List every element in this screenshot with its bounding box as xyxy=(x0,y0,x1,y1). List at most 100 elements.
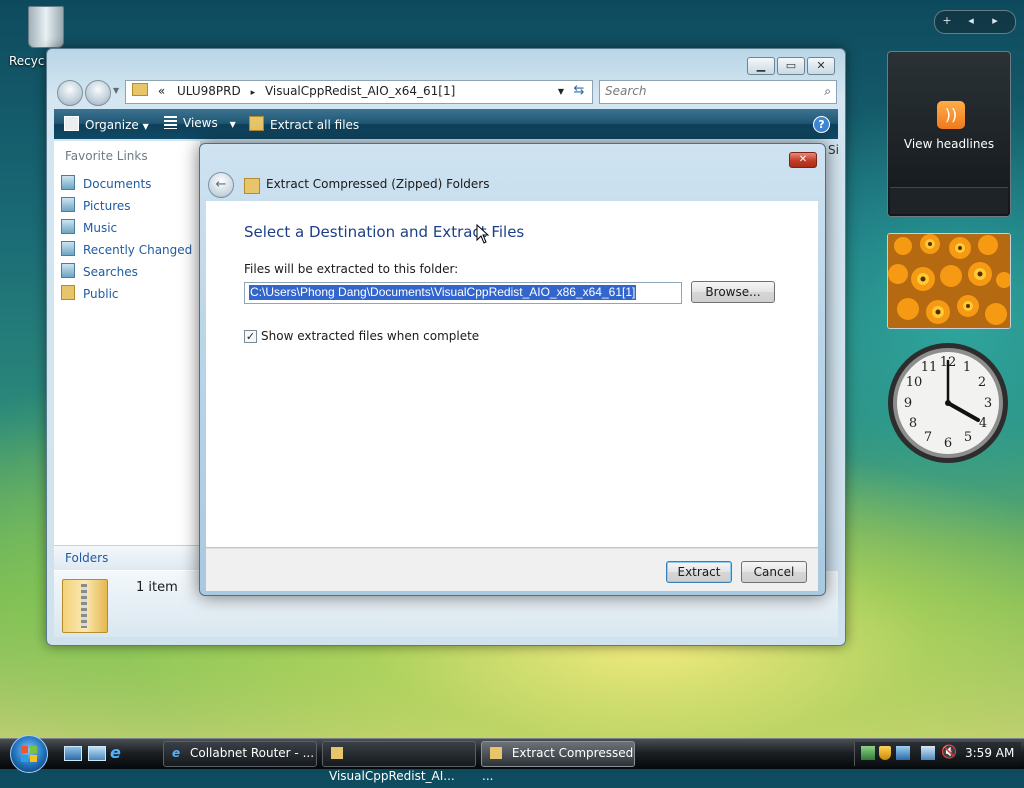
clock-number-10: 10 xyxy=(906,375,923,390)
organize-button[interactable]: Organize ▼ xyxy=(64,116,149,132)
show-desktop-icon[interactable] xyxy=(64,746,82,761)
cancel-button[interactable]: Cancel xyxy=(741,561,807,583)
minimize-button[interactable]: ▁ xyxy=(747,57,775,75)
clock-face: 12 1 2 3 4 5 6 7 8 9 10 11 xyxy=(888,343,1008,463)
clock-number-6: 6 xyxy=(944,436,952,451)
folders-toggle[interactable]: Folders xyxy=(54,545,200,570)
views-button[interactable]: Views ▼ xyxy=(164,116,236,130)
network-tray-icon[interactable] xyxy=(861,746,875,760)
column-header-size[interactable]: Si xyxy=(828,143,839,157)
search-icon[interactable]: ⌕ xyxy=(824,81,831,102)
clock-number-1: 1 xyxy=(963,360,971,375)
add-gadget-icon[interactable]: + xyxy=(935,11,959,31)
flowers-photo xyxy=(888,234,1010,328)
clock-number-7: 7 xyxy=(924,430,932,445)
folder-icon xyxy=(132,83,148,96)
nav-link-searches[interactable]: Searches xyxy=(61,263,138,279)
extract-all-button[interactable]: Extract all files xyxy=(249,116,359,132)
breadcrumb-separator-icon[interactable]: ▸ xyxy=(251,88,256,98)
sidebar-prev-icon[interactable]: ◂ xyxy=(959,11,983,31)
clock-number-9: 9 xyxy=(904,396,912,411)
refresh-icon[interactable]: ⇆ xyxy=(569,83,589,101)
destination-path-input[interactable]: C:\Users\Phong Dang\Documents\VisualCppR… xyxy=(244,282,682,304)
dialog-back-button[interactable]: ← xyxy=(208,172,234,198)
taskbar-button-collabnet[interactable]: e Collabnet Router - ... xyxy=(163,741,317,767)
searches-icon xyxy=(61,263,75,278)
ie-icon: e xyxy=(172,746,181,760)
clock-number-2: 2 xyxy=(978,375,986,390)
forward-button[interactable] xyxy=(85,80,111,106)
sidebar-next-icon[interactable]: ▸ xyxy=(983,11,1007,31)
dialog-title: Extract Compressed (Zipped) Folders xyxy=(266,177,490,191)
view-headlines-label[interactable]: View headlines xyxy=(888,137,1010,151)
connection-tray-icon[interactable] xyxy=(921,746,935,760)
extract-dialog: ✕ ← Extract Compressed (Zipped) Folders … xyxy=(199,143,826,596)
start-button[interactable] xyxy=(10,735,48,773)
folder-icon xyxy=(331,747,343,759)
zip-folder-icon xyxy=(244,178,260,194)
nav-link-pictures[interactable]: Pictures xyxy=(61,197,131,213)
search-placeholder: Search xyxy=(605,84,647,98)
dialog-close-button[interactable]: ✕ xyxy=(789,152,817,168)
recently-changed-icon xyxy=(61,241,75,256)
feed-gadget-bar xyxy=(890,187,1008,214)
nav-link-music[interactable]: Music xyxy=(61,219,117,235)
public-folder-icon xyxy=(61,285,75,300)
dialog-body: Select a Destination and Extract Files F… xyxy=(206,201,818,547)
maximize-button[interactable]: ▭ xyxy=(777,57,805,75)
mouse-cursor-icon xyxy=(476,224,490,244)
pictures-icon xyxy=(61,197,75,212)
security-shield-icon[interactable] xyxy=(879,746,891,760)
taskbar-button-visualcpp[interactable]: VisualCppRedist_AI... xyxy=(322,741,476,783)
taskbar: e e Collabnet Router - ... VisualCppRedi… xyxy=(0,735,1024,783)
clock-number-11: 11 xyxy=(921,360,938,375)
recycle-bin-label: Recyc xyxy=(9,54,45,68)
zip-folder-icon xyxy=(490,747,502,759)
taskbar-button-extract[interactable]: Extract Compressed ... xyxy=(481,741,635,783)
music-icon xyxy=(61,219,75,234)
search-input[interactable]: Search ⌕ xyxy=(599,80,837,104)
show-files-label[interactable]: Show extracted files when complete xyxy=(261,329,479,343)
slideshow-gadget[interactable] xyxy=(887,233,1011,329)
internet-explorer-icon[interactable]: e xyxy=(110,743,121,762)
window-controls: ▁ ▭ ✕ xyxy=(747,57,835,75)
nav-link-recently-changed[interactable]: Recently Changed xyxy=(61,241,192,257)
notification-area: 🔇 3:59 AM xyxy=(854,742,1021,766)
address-chevron[interactable]: « xyxy=(158,84,165,98)
organize-icon xyxy=(64,116,79,131)
sidebar-controls: + ◂ ▸ xyxy=(934,10,1016,34)
close-button[interactable]: ✕ xyxy=(807,57,835,75)
clock-gadget[interactable]: 12 1 2 3 4 5 6 7 8 9 10 11 xyxy=(886,341,1010,465)
dialog-footer: Extract Cancel xyxy=(206,548,818,591)
breadcrumb-current-folder[interactable]: VisualCppRedist_AIO_x64_61[1] xyxy=(265,84,455,98)
address-dropdown-icon[interactable]: ▼ xyxy=(558,81,564,102)
back-button[interactable] xyxy=(57,80,83,106)
feed-headlines-gadget[interactable]: )) View headlines xyxy=(887,51,1011,217)
clock-number-8: 8 xyxy=(909,416,917,431)
switch-windows-icon[interactable] xyxy=(88,746,106,761)
item-count: 1 item xyxy=(136,580,178,595)
navigation-pane: Favorite Links Documents Pictures Music … xyxy=(54,141,201,571)
help-icon[interactable]: ? xyxy=(813,116,830,133)
documents-icon xyxy=(61,175,75,190)
extract-button[interactable]: Extract xyxy=(666,561,732,583)
clock-number-4: 4 xyxy=(979,416,987,431)
address-bar[interactable]: « ULU98PRD ▸ VisualCppRedist_AIO_x64_61[… xyxy=(125,80,593,104)
nav-link-public[interactable]: Public xyxy=(61,285,119,301)
clock-time[interactable]: 3:59 AM xyxy=(965,746,1014,760)
views-icon xyxy=(164,116,177,129)
favorite-links-header: Favorite Links xyxy=(65,149,148,163)
show-files-checkbox[interactable]: ✓ xyxy=(244,330,257,343)
nav-link-documents[interactable]: Documents xyxy=(61,175,151,191)
destination-path-selected-text: C:\Users\Phong Dang\Documents\VisualCppR… xyxy=(249,285,637,300)
breadcrumb-ulu98prd[interactable]: ULU98PRD xyxy=(177,84,241,98)
destination-label: Files will be extracted to this folder: xyxy=(244,262,459,276)
updates-tray-icon[interactable] xyxy=(896,746,910,760)
browse-button[interactable]: Browse... xyxy=(691,281,775,303)
rss-icon: )) xyxy=(937,101,965,129)
recent-pages-dropdown[interactable]: ▼ xyxy=(113,86,119,95)
recycle-bin-graphic xyxy=(28,6,64,48)
volume-muted-icon[interactable]: 🔇 xyxy=(941,745,957,760)
zip-folder-icon xyxy=(62,579,108,633)
command-bar: Organize ▼ Views ▼ Extract all files ? xyxy=(54,109,838,139)
